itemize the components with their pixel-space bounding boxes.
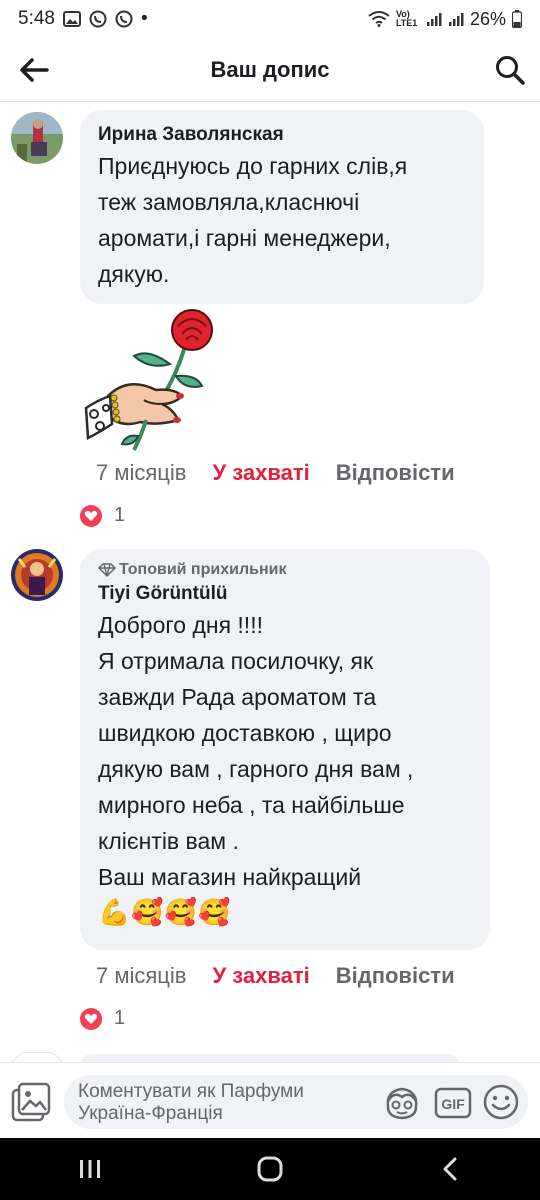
reaction-button[interactable]: У захваті (212, 963, 309, 989)
status-dot: • (140, 8, 148, 29)
recent-apps-icon (80, 1160, 100, 1178)
page-title: Ваш допис (210, 56, 330, 82)
gif-label: GIF (441, 1096, 465, 1112)
reaction-count: 1 (114, 504, 126, 526)
network-label: Vo) LTE1 (395, 9, 418, 28)
status-left: 5:48 • (18, 8, 148, 30)
status-right: Vo) LTE1 26% (368, 9, 522, 30)
status-bar: 5:48 • Vo) LTE1 26% (0, 0, 540, 38)
gif-icon: GIF (434, 1087, 472, 1119)
comment-author[interactable]: Tiyi Görüntülü (98, 581, 474, 607)
back-button[interactable] (14, 50, 54, 90)
back-icon (443, 1157, 457, 1181)
viber-icon (115, 10, 133, 28)
home-button[interactable] (230, 1144, 310, 1194)
comment-composer: Коментувати як Парфуми Україна-Франція G… (0, 1062, 540, 1138)
top-fan-badge: Топовий прихильник (98, 559, 474, 581)
battery-icon (512, 10, 522, 28)
signal-icon (448, 11, 464, 27)
gif-button[interactable]: GIF (434, 1085, 472, 1121)
heart-reaction-icon (80, 1007, 102, 1030)
avatar-sticker-icon (386, 1087, 418, 1120)
diamond-icon (98, 563, 116, 577)
status-time: 5:48 (18, 8, 55, 29)
wifi-icon (368, 11, 390, 27)
reply-button[interactable]: Відповісти (336, 963, 455, 989)
home-icon (257, 1156, 283, 1182)
avatar[interactable] (11, 549, 63, 601)
emoji-icon (483, 1084, 519, 1120)
search-button[interactable] (490, 50, 530, 90)
image-icon (62, 11, 81, 27)
comment-input-placeholder: Коментувати як Парфуми Україна-Франція (78, 1081, 304, 1124)
photo-icon (11, 1082, 51, 1122)
avatar-sticker-button[interactable] (382, 1083, 422, 1123)
comment-bubble: Топовий прихильник Tiyi Görüntülü Доброг… (80, 549, 490, 950)
app-header: Ваш допис (0, 38, 540, 102)
comment-actions: 7 місяців У захваті Відповісти (96, 460, 455, 486)
comment-actions: 7 місяців У захваті Відповісти (96, 963, 455, 989)
comment-text: Доброго дня !!!! Я отримала посилочку, я… (98, 612, 414, 890)
hand-holding-rose-sticker (78, 304, 220, 454)
reply-button[interactable]: Відповісти (336, 460, 455, 486)
reaction-summary[interactable]: 1 (80, 504, 125, 527)
comment-time: 7 місяців (96, 963, 187, 988)
photo-button[interactable] (10, 1081, 52, 1123)
top-fan-badge-label: Топовий прихильник (119, 561, 287, 578)
heart-reaction-icon (80, 504, 102, 527)
reaction-count: 1 (114, 1007, 126, 1029)
comment-time: 7 місяців (96, 460, 187, 485)
reaction-button[interactable]: У захваті (212, 460, 309, 486)
avatar[interactable] (11, 112, 63, 164)
system-navbar (0, 1138, 540, 1200)
emoji-button[interactable] (482, 1083, 520, 1121)
battery-percent: 26% (469, 8, 506, 29)
comment-text: Приєднуюсь до гарних слів,я теж замовлял… (98, 153, 408, 287)
reaction-summary[interactable]: 1 (80, 1007, 125, 1030)
comment-input[interactable]: Коментувати як Парфуми Україна-Франція G… (64, 1075, 528, 1129)
back-nav-button[interactable] (410, 1144, 490, 1194)
comment-bubble: Ирина Заволянская Приєднуюсь до гарних с… (80, 110, 484, 304)
viber-icon (89, 10, 107, 28)
search-icon (496, 56, 525, 85)
signal-icon (426, 11, 442, 27)
recent-apps-button[interactable] (50, 1144, 130, 1194)
comment-author[interactable]: Ирина Заволянская (98, 122, 468, 148)
comment-emojis: 💪🥰🥰🥰 (98, 897, 232, 927)
arrow-left-icon (20, 58, 49, 82)
